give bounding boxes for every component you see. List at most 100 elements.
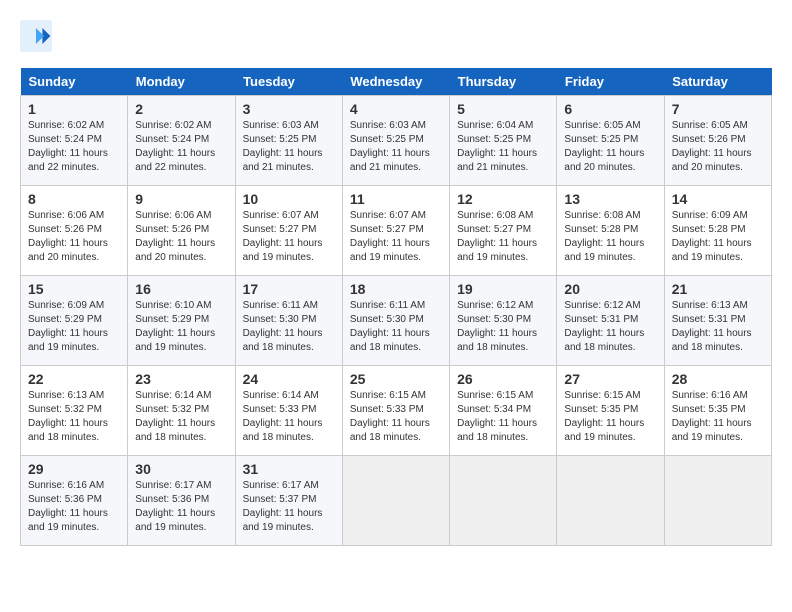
day-number: 8 xyxy=(28,191,120,207)
calendar-header: SundayMondayTuesdayWednesdayThursdayFrid… xyxy=(21,68,772,96)
day-number: 21 xyxy=(672,281,764,297)
calendar-cell: 29 Sunrise: 6:16 AM Sunset: 5:36 PM Dayli… xyxy=(21,456,128,546)
day-number: 2 xyxy=(135,101,227,117)
calendar-cell: 27 Sunrise: 6:15 AM Sunset: 5:35 PM Dayli… xyxy=(557,366,664,456)
calendar-cell: 18Sunrise: 6:11 AM Sunset: 5:30 PM Dayli… xyxy=(342,276,449,366)
calendar-cell: 13Sunrise: 6:08 AM Sunset: 5:28 PM Dayli… xyxy=(557,186,664,276)
day-info: Sunrise: 6:17 AM Sunset: 5:37 PM Dayligh… xyxy=(243,479,335,535)
day-number: 26 xyxy=(457,371,549,387)
day-info: Sunrise: 6:12 AM Sunset: 5:30 PM Dayligh… xyxy=(457,299,549,355)
day-info: Sunrise: 6:03 AM Sunset: 5:25 PM Dayligh… xyxy=(350,119,442,175)
calendar-cell: 21 Sunrise: 6:13 AM Sunset: 5:31 PM Dayli… xyxy=(664,276,771,366)
day-info: Sunrise: 6:15 AM Sunset: 5:34 PM Dayligh… xyxy=(457,389,549,445)
day-number: 10 xyxy=(243,191,335,207)
calendar-cell: 26 Sunrise: 6:15 AM Sunset: 5:34 PM Dayli… xyxy=(450,366,557,456)
day-number: 5 xyxy=(457,101,549,117)
day-number: 22 xyxy=(28,371,120,387)
day-info: Sunrise: 6:14 AM Sunset: 5:32 PM Dayligh… xyxy=(135,389,227,445)
day-number: 9 xyxy=(135,191,227,207)
day-number: 23 xyxy=(135,371,227,387)
day-number: 25 xyxy=(350,371,442,387)
day-number: 30 xyxy=(135,461,227,477)
day-info: Sunrise: 6:05 AM Sunset: 5:25 PM Dayligh… xyxy=(564,119,656,175)
calendar-cell xyxy=(557,456,664,546)
calendar-cell: 5 Sunrise: 6:04 AM Sunset: 5:25 PM Daylig… xyxy=(450,96,557,186)
calendar-cell: 8 Sunrise: 6:06 AM Sunset: 5:26 PM Daylig… xyxy=(21,186,128,276)
weekday-header-tuesday: Tuesday xyxy=(235,68,342,96)
day-info: Sunrise: 6:12 AM Sunset: 5:31 PM Dayligh… xyxy=(564,299,656,355)
weekday-header-row: SundayMondayTuesdayWednesdayThursdayFrid… xyxy=(21,68,772,96)
day-number: 13 xyxy=(564,191,656,207)
calendar-cell: 7Sunrise: 6:05 AM Sunset: 5:26 PM Daylig… xyxy=(664,96,771,186)
day-info: Sunrise: 6:02 AM Sunset: 5:24 PM Dayligh… xyxy=(28,119,120,175)
calendar-cell: 31 Sunrise: 6:17 AM Sunset: 5:37 PM Dayli… xyxy=(235,456,342,546)
day-info: Sunrise: 6:16 AM Sunset: 5:35 PM Dayligh… xyxy=(672,389,764,445)
day-number: 4 xyxy=(350,101,442,117)
calendar-cell: 23 Sunrise: 6:14 AM Sunset: 5:32 PM Dayli… xyxy=(128,366,235,456)
logo xyxy=(20,20,56,52)
day-info: Sunrise: 6:05 AM Sunset: 5:26 PM Dayligh… xyxy=(672,119,764,175)
calendar-cell: 17 Sunrise: 6:11 AM Sunset: 5:30 PM Dayli… xyxy=(235,276,342,366)
day-info: Sunrise: 6:15 AM Sunset: 5:35 PM Dayligh… xyxy=(564,389,656,445)
calendar-cell: 2 Sunrise: 6:02 AM Sunset: 5:24 PM Daylig… xyxy=(128,96,235,186)
day-number: 31 xyxy=(243,461,335,477)
day-info: Sunrise: 6:13 AM Sunset: 5:31 PM Dayligh… xyxy=(672,299,764,355)
day-number: 16 xyxy=(135,281,227,297)
weekday-header-thursday: Thursday xyxy=(450,68,557,96)
calendar-cell: 22Sunrise: 6:13 AM Sunset: 5:32 PM Dayli… xyxy=(21,366,128,456)
calendar-week-2: 8 Sunrise: 6:06 AM Sunset: 5:26 PM Daylig… xyxy=(21,186,772,276)
day-number: 15 xyxy=(28,281,120,297)
calendar-cell: 14 Sunrise: 6:09 AM Sunset: 5:28 PM Dayli… xyxy=(664,186,771,276)
calendar-cell: 15 Sunrise: 6:09 AM Sunset: 5:29 PM Dayli… xyxy=(21,276,128,366)
calendar-cell: 11 Sunrise: 6:07 AM Sunset: 5:27 PM Dayli… xyxy=(342,186,449,276)
calendar-cell: 1 Sunrise: 6:02 AM Sunset: 5:24 PM Daylig… xyxy=(21,96,128,186)
day-info: Sunrise: 6:06 AM Sunset: 5:26 PM Dayligh… xyxy=(28,209,120,265)
calendar-week-1: 1 Sunrise: 6:02 AM Sunset: 5:24 PM Daylig… xyxy=(21,96,772,186)
calendar-cell: 20Sunrise: 6:12 AM Sunset: 5:31 PM Dayli… xyxy=(557,276,664,366)
day-number: 28 xyxy=(672,371,764,387)
day-info: Sunrise: 6:03 AM Sunset: 5:25 PM Dayligh… xyxy=(243,119,335,175)
weekday-header-sunday: Sunday xyxy=(21,68,128,96)
day-info: Sunrise: 6:09 AM Sunset: 5:28 PM Dayligh… xyxy=(672,209,764,265)
day-info: Sunrise: 6:07 AM Sunset: 5:27 PM Dayligh… xyxy=(243,209,335,265)
day-info: Sunrise: 6:04 AM Sunset: 5:25 PM Dayligh… xyxy=(457,119,549,175)
day-info: Sunrise: 6:02 AM Sunset: 5:24 PM Dayligh… xyxy=(135,119,227,175)
day-number: 14 xyxy=(672,191,764,207)
day-number: 29 xyxy=(28,461,120,477)
weekday-header-monday: Monday xyxy=(128,68,235,96)
day-info: Sunrise: 6:16 AM Sunset: 5:36 PM Dayligh… xyxy=(28,479,120,535)
day-number: 18 xyxy=(350,281,442,297)
calendar-cell: 12Sunrise: 6:08 AM Sunset: 5:27 PM Dayli… xyxy=(450,186,557,276)
calendar-week-5: 29 Sunrise: 6:16 AM Sunset: 5:36 PM Dayli… xyxy=(21,456,772,546)
day-number: 17 xyxy=(243,281,335,297)
calendar-cell: 16 Sunrise: 6:10 AM Sunset: 5:29 PM Dayli… xyxy=(128,276,235,366)
weekday-header-friday: Friday xyxy=(557,68,664,96)
logo-icon xyxy=(20,20,52,52)
calendar-table: SundayMondayTuesdayWednesdayThursdayFrid… xyxy=(20,68,772,546)
day-info: Sunrise: 6:17 AM Sunset: 5:36 PM Dayligh… xyxy=(135,479,227,535)
calendar-cell xyxy=(450,456,557,546)
day-number: 27 xyxy=(564,371,656,387)
calendar-week-3: 15 Sunrise: 6:09 AM Sunset: 5:29 PM Dayli… xyxy=(21,276,772,366)
calendar-cell: 6 Sunrise: 6:05 AM Sunset: 5:25 PM Daylig… xyxy=(557,96,664,186)
day-number: 24 xyxy=(243,371,335,387)
day-info: Sunrise: 6:10 AM Sunset: 5:29 PM Dayligh… xyxy=(135,299,227,355)
day-number: 3 xyxy=(243,101,335,117)
day-number: 6 xyxy=(564,101,656,117)
day-info: Sunrise: 6:07 AM Sunset: 5:27 PM Dayligh… xyxy=(350,209,442,265)
day-number: 19 xyxy=(457,281,549,297)
calendar-cell: 4 Sunrise: 6:03 AM Sunset: 5:25 PM Daylig… xyxy=(342,96,449,186)
day-info: Sunrise: 6:09 AM Sunset: 5:29 PM Dayligh… xyxy=(28,299,120,355)
calendar-cell: 19 Sunrise: 6:12 AM Sunset: 5:30 PM Dayli… xyxy=(450,276,557,366)
page-header xyxy=(20,20,772,52)
calendar-cell: 9Sunrise: 6:06 AM Sunset: 5:26 PM Daylig… xyxy=(128,186,235,276)
day-info: Sunrise: 6:11 AM Sunset: 5:30 PM Dayligh… xyxy=(243,299,335,355)
weekday-header-saturday: Saturday xyxy=(664,68,771,96)
calendar-cell xyxy=(664,456,771,546)
day-number: 12 xyxy=(457,191,549,207)
calendar-week-4: 22Sunrise: 6:13 AM Sunset: 5:32 PM Dayli… xyxy=(21,366,772,456)
day-number: 11 xyxy=(350,191,442,207)
day-number: 1 xyxy=(28,101,120,117)
calendar-cell: 28 Sunrise: 6:16 AM Sunset: 5:35 PM Dayli… xyxy=(664,366,771,456)
day-info: Sunrise: 6:15 AM Sunset: 5:33 PM Dayligh… xyxy=(350,389,442,445)
